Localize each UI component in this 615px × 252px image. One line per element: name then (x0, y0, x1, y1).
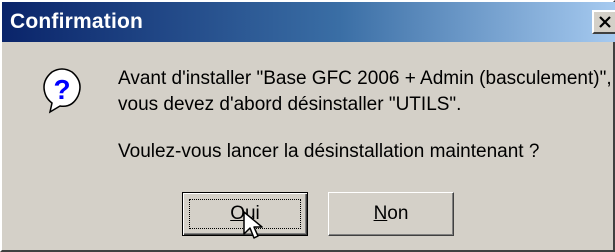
question-icon: ? (43, 68, 81, 114)
svg-text:?: ? (53, 74, 70, 105)
message-line-2: vous devez d'abord désinstaller "UTILS". (118, 94, 462, 115)
title-bar[interactable]: Confirmation (2, 2, 615, 42)
no-label-rest: on (387, 203, 409, 224)
close-button[interactable] (592, 10, 615, 34)
message-line-1: Avant d'installer "Base GFC 2006 + Admin… (118, 68, 612, 89)
no-button[interactable]: Non (328, 192, 454, 236)
confirmation-dialog: Confirmation ? Avant d'installer "Base G… (0, 0, 615, 252)
dialog-title: Confirmation (10, 10, 144, 33)
question-text: Voulez-vous lancer la désinstallation ma… (118, 141, 540, 162)
close-icon (598, 16, 611, 28)
no-button-label: Non (374, 203, 409, 225)
no-mnemonic: N (373, 203, 388, 224)
mouse-cursor-icon (243, 211, 263, 239)
